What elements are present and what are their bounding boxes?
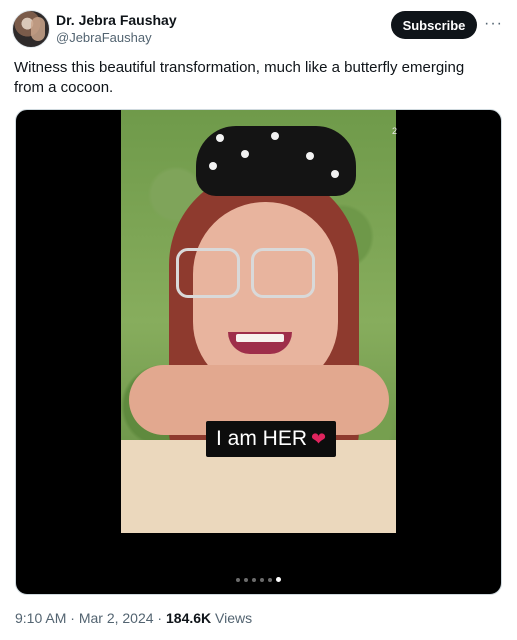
subscribe-button[interactable]: Subscribe bbox=[391, 11, 477, 39]
media-video[interactable]: 2 I am HER ❤ bbox=[15, 109, 502, 595]
author-display-name[interactable]: Dr. Jebra Faushay bbox=[56, 11, 177, 29]
tweet-date[interactable]: Mar 2, 2024 bbox=[79, 610, 154, 626]
tweet-time[interactable]: 9:10 AM bbox=[15, 610, 66, 626]
author-handle[interactable]: @JebraFaushay bbox=[56, 29, 177, 47]
more-horizontal-icon[interactable]: ··· bbox=[484, 16, 503, 32]
video-caption: I am HER ❤ bbox=[206, 421, 337, 457]
author-info[interactable]: Dr. Jebra Faushay @JebraFaushay bbox=[56, 11, 177, 47]
corner-mark: 2 bbox=[391, 126, 397, 136]
views-count: 184.6K bbox=[166, 610, 212, 626]
pager-dot[interactable] bbox=[244, 578, 248, 582]
video-frame bbox=[121, 110, 396, 533]
separator: · bbox=[66, 610, 79, 626]
pager-dot[interactable] bbox=[252, 578, 256, 582]
pager-dot[interactable] bbox=[236, 578, 240, 582]
tweet-header: Dr. Jebra Faushay @JebraFaushay Subscrib… bbox=[12, 10, 505, 50]
views-label: Views bbox=[211, 610, 253, 626]
pager-dot[interactable] bbox=[268, 578, 272, 582]
avatar[interactable] bbox=[12, 10, 50, 48]
tweet-meta: 9:10 AM · Mar 2, 2024 · 184.6K Views bbox=[15, 610, 252, 626]
tweet-text: Witness this beautiful transformation, m… bbox=[14, 59, 465, 96]
carousel-pager bbox=[16, 577, 501, 582]
pager-dot[interactable] bbox=[260, 578, 264, 582]
pager-dot[interactable] bbox=[276, 577, 281, 582]
heart-icon: ❤ bbox=[311, 429, 327, 449]
caption-text: I am HER bbox=[216, 427, 308, 450]
separator: · bbox=[153, 610, 166, 626]
